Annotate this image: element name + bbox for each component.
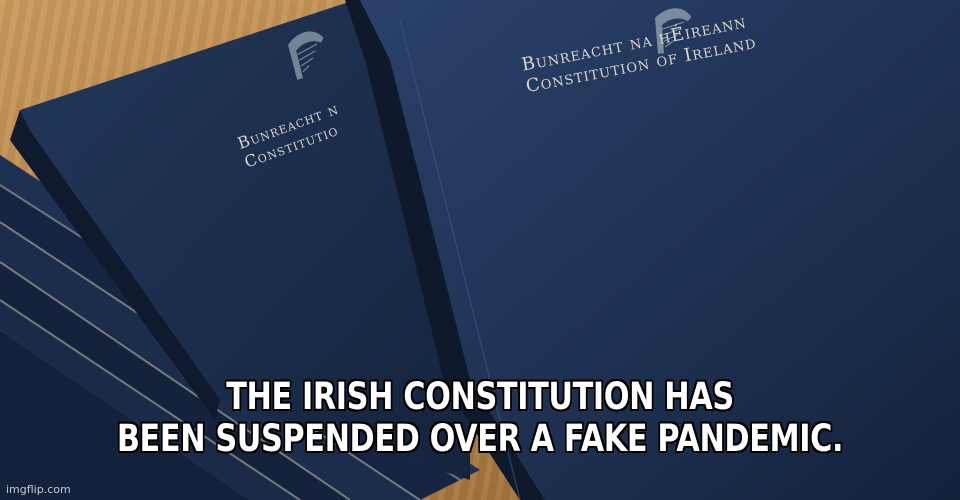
- meme-image: Bunreacht na hÉireann Constitution of Ir…: [0, 0, 960, 500]
- caption-line-1: THE IRISH CONSTITUTION HAS: [226, 375, 734, 418]
- imgflip-watermark: imgflip.com: [6, 483, 71, 496]
- caption-line-2: BEEN SUSPENDED OVER A FAKE PANDEMIC.: [116, 417, 844, 460]
- meme-caption: THE IRISH CONSTITUTION HAS BEEN SUSPENDE…: [86, 376, 873, 460]
